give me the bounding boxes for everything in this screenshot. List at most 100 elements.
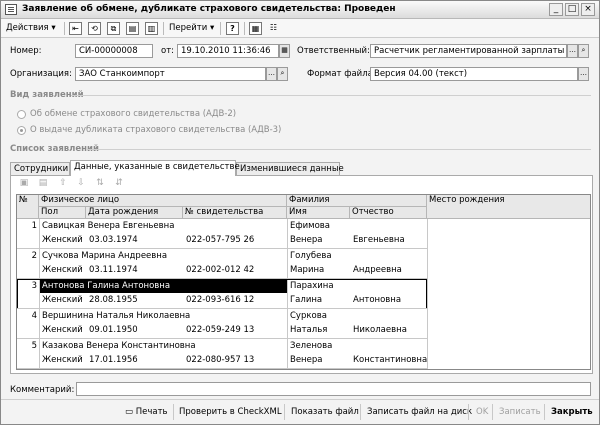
comment-label: Комментарий:: [10, 385, 75, 395]
date-field[interactable]: 19.10.2010 11:36:46: [177, 44, 279, 58]
gender-cell[interactable]: Женский: [42, 234, 86, 247]
structure-icon[interactable]: ▦: [249, 22, 262, 35]
help-button[interactable]: ?: [226, 22, 239, 35]
post-icon[interactable]: ▤: [126, 22, 139, 35]
birthdate-cell[interactable]: 03.03.1974: [89, 234, 183, 247]
maximize-icon[interactable]: □: [565, 3, 579, 16]
person-cell[interactable]: Вершинина Наталья Николаевна: [40, 310, 287, 323]
col-number-header: №: [17, 195, 39, 219]
responsible-field[interactable]: Расчетчик регламентированной зарплаты: [370, 44, 567, 58]
responsible-label: Ответственный:: [297, 46, 370, 56]
responsible-open-icon[interactable]: ⌕: [578, 44, 589, 58]
print-button[interactable]: ▭ Печать: [125, 405, 168, 419]
show-file-button[interactable]: Показать файл: [291, 405, 359, 419]
number-field[interactable]: СИ-00000008: [75, 44, 153, 58]
gender-cell[interactable]: Женский: [42, 354, 86, 367]
date-label: от:: [161, 46, 175, 56]
exchange-radio-label: Об обмене страхового свидетельства (АДВ-…: [30, 109, 237, 119]
footer-bar: ▭ Печать Проверить в CheckXML Показать ф…: [1, 399, 599, 424]
patronymic-cell[interactable]: Андреевна: [353, 264, 427, 277]
organization-select-button[interactable]: …: [266, 67, 277, 81]
back-icon[interactable]: ⇤: [69, 22, 82, 35]
duplicate-radio-label: О выдаче дубликата страхового свидетельс…: [30, 125, 282, 135]
write-button[interactable]: Записать: [499, 405, 541, 419]
unpost-icon[interactable]: ▥: [145, 22, 158, 35]
close-button[interactable]: Закрыть: [551, 405, 593, 419]
birthdate-cell[interactable]: 03.11.1974: [89, 264, 183, 277]
sort-desc-icon[interactable]: ⇵: [113, 178, 125, 189]
list-section-title: Список заявлений: [10, 144, 99, 154]
col-person-header: Физическое лицо: [39, 195, 287, 207]
tab-certificate-data[interactable]: Данные, указанные в свидетельстве: [70, 160, 240, 176]
person-cell[interactable]: Савицкая Венера Евгеньевна: [40, 220, 287, 233]
organization-field[interactable]: ЗАО Станкоимпорт: [75, 67, 266, 81]
cert-number-cell[interactable]: 022-002-012 42: [186, 264, 286, 277]
ok-button[interactable]: OK: [476, 405, 488, 419]
tab-employees[interactable]: Сотрудники: [10, 162, 70, 175]
copy-row-icon[interactable]: ▤: [37, 178, 49, 189]
list-settings-icon[interactable]: ☷: [267, 22, 280, 35]
col-cert-header: № свидетельства: [183, 207, 287, 219]
sort-asc-icon[interactable]: ⇅: [94, 178, 106, 189]
cert-number-cell[interactable]: 022-057-795 26: [186, 234, 286, 247]
gender-cell[interactable]: Женский: [42, 264, 86, 277]
file-format-field[interactable]: Версия 04.00 (текст): [370, 67, 578, 81]
actions-menu[interactable]: Действия ▾: [6, 21, 56, 36]
file-format-label: Формат файла:: [307, 69, 376, 79]
check-xml-button[interactable]: Проверить в CheckXML: [179, 405, 282, 419]
responsible-select-button[interactable]: …: [567, 44, 578, 58]
col-birthdate-header: Дата рождения: [86, 207, 183, 219]
add-row-icon[interactable]: ▣: [18, 178, 30, 189]
refresh-icon[interactable]: ⟲: [88, 22, 101, 35]
surname-cell[interactable]: Ефимова: [290, 220, 426, 233]
name-cell[interactable]: Венера: [290, 354, 350, 367]
document-icon: [5, 4, 17, 15]
duplicate-radio[interactable]: [17, 126, 26, 135]
name-cell[interactable]: Наталья: [290, 324, 350, 337]
birthdate-cell[interactable]: 09.01.1950: [89, 324, 183, 337]
move-up-icon[interactable]: ⇧: [57, 178, 69, 189]
patronymic-cell[interactable]: Константиновна: [353, 354, 427, 367]
exchange-radio[interactable]: [17, 110, 26, 119]
close-icon[interactable]: ×: [581, 3, 595, 16]
surname-cell[interactable]: Суркова: [290, 310, 426, 323]
minimize-icon[interactable]: _: [549, 3, 563, 16]
copy-icon[interactable]: ⧉: [107, 22, 120, 35]
row-number-cell[interactable]: 1: [17, 220, 37, 233]
birthdate-cell[interactable]: 17.01.1956: [89, 354, 183, 367]
comment-field[interactable]: [76, 382, 591, 396]
cert-number-cell[interactable]: 022-059-249 13: [186, 324, 286, 337]
tab-changed-data[interactable]: Изменившиеся данные: [236, 162, 344, 175]
file-format-select-button[interactable]: …: [578, 67, 589, 81]
printer-icon: ▭: [125, 407, 134, 417]
row-number-cell[interactable]: 2: [17, 250, 37, 263]
organization-open-icon[interactable]: ⌕: [277, 67, 288, 81]
toolbar: Действия ▾ ⇤ ⟲ ⧉ ▤ ▥ Перейти ▾ ? ▦ ☷: [1, 19, 599, 38]
row-number-cell[interactable]: 4: [17, 310, 37, 323]
col-patronymic-header: Отчество: [350, 207, 427, 219]
person-cell[interactable]: Сучкова Марина Андреевна: [40, 250, 287, 263]
row-number-cell[interactable]: 5: [17, 340, 37, 353]
gender-cell[interactable]: Женский: [42, 324, 86, 337]
surname-cell[interactable]: Голубева: [290, 250, 426, 263]
selected-row-frame: [17, 279, 427, 309]
goto-menu[interactable]: Перейти ▾: [169, 21, 214, 36]
document-window: Заявление об обмене, дубликате страховог…: [0, 0, 600, 425]
patronymic-cell[interactable]: Евгеньевна: [353, 234, 427, 247]
window-title: Заявление об обмене, дубликате страховог…: [22, 4, 396, 14]
name-cell[interactable]: Марина: [290, 264, 350, 277]
calendar-icon[interactable]: ▦: [279, 44, 290, 58]
col-birthplace-header: Место рождения: [427, 195, 590, 219]
col-gender-header: Пол: [39, 207, 86, 219]
move-down-icon[interactable]: ⇩: [75, 178, 87, 189]
save-file-button[interactable]: Записать файл на диск: [367, 405, 472, 419]
col-surname-header: Фамилия: [287, 195, 427, 207]
person-cell[interactable]: Казакова Венера Константиновна: [40, 340, 287, 353]
patronymic-cell[interactable]: Николаевна: [353, 324, 427, 337]
row-divider: [17, 368, 427, 369]
cert-number-cell[interactable]: 022-080-957 13: [186, 354, 286, 367]
name-cell[interactable]: Венера: [290, 234, 350, 247]
surname-cell[interactable]: Зеленова: [290, 340, 426, 353]
number-label: Номер:: [10, 46, 42, 56]
col-name-header: Имя: [287, 207, 350, 219]
